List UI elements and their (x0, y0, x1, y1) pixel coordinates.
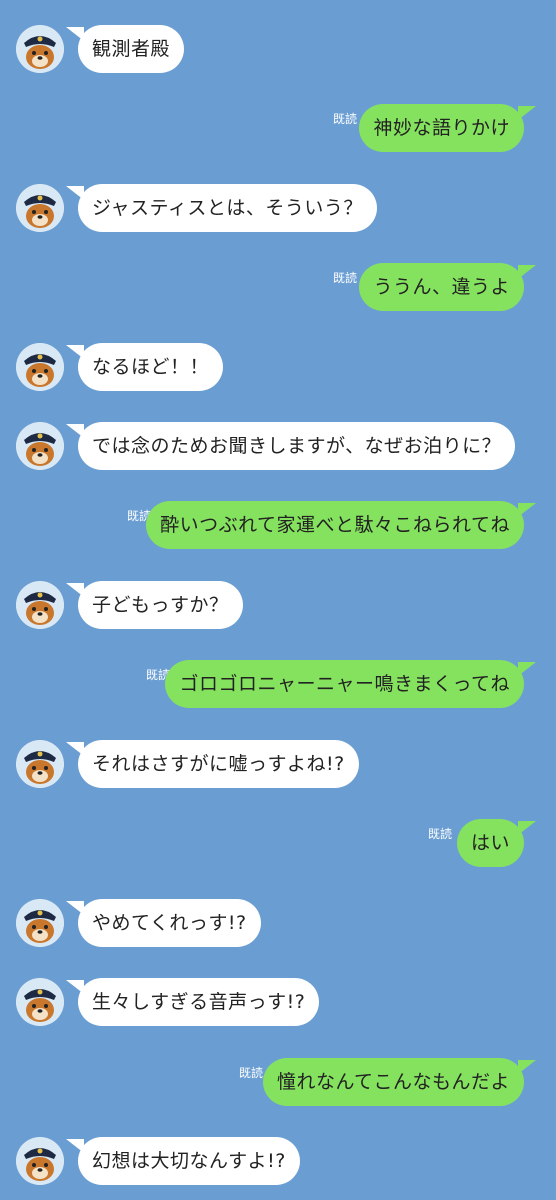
message-bubble[interactable]: 憧れなんてこんなもんだよ (262, 1058, 524, 1106)
tanuki-police-avatar-icon[interactable] (16, 343, 64, 391)
message-incoming: 幻想は大切なんすよ!? (0, 1137, 556, 1185)
tanuki-police-avatar-icon[interactable] (16, 899, 64, 947)
read-receipt: 既読 (238, 1066, 263, 1080)
message-bubble[interactable]: 幻想は大切なんすよ!? (78, 1137, 300, 1185)
message-outgoing: 既読 はい (0, 819, 556, 867)
chat-log[interactable]: 観測者殿 既読 神妙な語りかけ ジャスティスとは、そういう？ 既読 ううん、違う… (0, 0, 556, 1200)
message-incoming: 生々しすぎる音声っす!? (0, 978, 556, 1026)
message-bubble[interactable]: ジャスティスとは、そういう？ (78, 184, 377, 232)
message-bubble[interactable]: やめてくれっす!? (78, 899, 261, 947)
message-incoming: それはさすがに嘘っすよね!? (0, 740, 556, 788)
read-receipt: 既読 (427, 827, 452, 841)
message-incoming: なるほど！！ (0, 343, 556, 391)
message-outgoing: 既読 神妙な語りかけ (0, 104, 556, 152)
message-bubble[interactable]: はい (456, 819, 524, 867)
message-incoming: では念のためお聞きしますが、なぜお泊りに？ (0, 422, 556, 470)
message-incoming: 観測者殿 (0, 25, 556, 73)
message-bubble[interactable]: なるほど！！ (78, 343, 224, 391)
tanuki-police-avatar-icon[interactable] (16, 422, 64, 470)
message-bubble[interactable]: 神妙な語りかけ (359, 104, 524, 152)
message-outgoing: 既読 ううん、違うよ (0, 263, 556, 311)
message-bubble[interactable]: 子どもっすか？ (78, 581, 243, 629)
tanuki-police-avatar-icon[interactable] (16, 978, 64, 1026)
tanuki-police-avatar-icon[interactable] (16, 581, 64, 629)
tanuki-police-avatar-icon[interactable] (16, 25, 64, 73)
message-outgoing: 既読 ゴロゴロニャーニャー鳴きまくってね (0, 660, 556, 708)
message-bubble[interactable]: 酔いつぶれて家運べと駄々こねられてね (146, 501, 524, 549)
read-receipt: 既読 (332, 271, 357, 285)
message-outgoing: 既読 酔いつぶれて家運べと駄々こねられてね (0, 501, 556, 549)
message-bubble[interactable]: ゴロゴロニャーニャー鳴きまくってね (165, 660, 524, 708)
message-bubble[interactable]: 観測者殿 (78, 25, 185, 73)
message-bubble[interactable]: それはさすがに嘘っすよね!? (78, 740, 359, 788)
message-incoming: 子どもっすか？ (0, 581, 556, 629)
tanuki-police-avatar-icon[interactable] (16, 740, 64, 788)
message-incoming: ジャスティスとは、そういう？ (0, 184, 556, 232)
message-outgoing: 既読 憧れなんてこんなもんだよ (0, 1058, 556, 1106)
message-bubble[interactable]: では念のためお聞きしますが、なぜお泊りに？ (78, 422, 516, 470)
tanuki-police-avatar-icon[interactable] (16, 1137, 64, 1185)
tanuki-police-avatar-icon[interactable] (16, 184, 64, 232)
read-receipt: 既読 (332, 112, 357, 126)
message-bubble[interactable]: ううん、違うよ (359, 263, 524, 311)
message-bubble[interactable]: 生々しすぎる音声っす!? (78, 978, 320, 1026)
message-incoming: やめてくれっす!? (0, 899, 556, 947)
